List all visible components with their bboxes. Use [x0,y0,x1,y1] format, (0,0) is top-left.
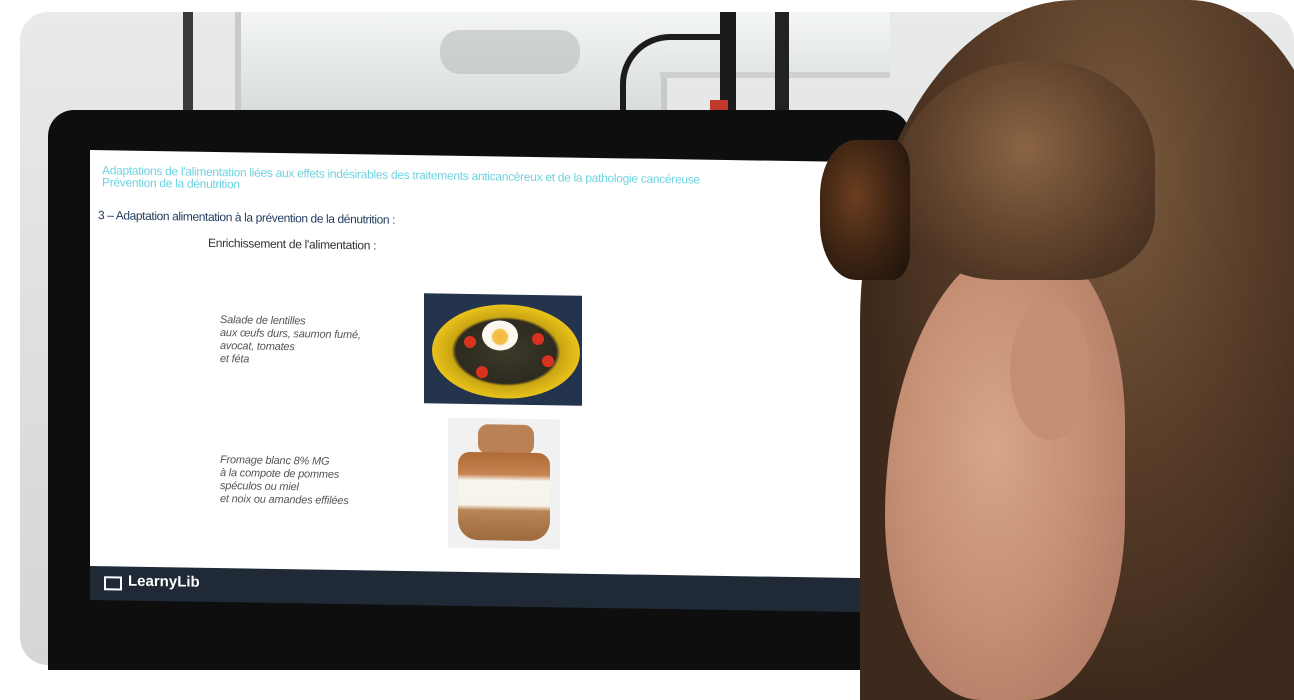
tomato [542,355,554,368]
tomato [476,366,488,379]
slide-subheading: Enrichissement de l'alimentation : [208,235,377,253]
person-ear [1010,300,1090,440]
tomato [464,335,476,349]
dessert-glass-back [478,424,534,455]
dessert-image [448,417,560,550]
egg [482,320,518,351]
background-red-light [710,100,728,110]
salad-image [424,293,582,406]
learnylib-logo-icon [104,576,122,591]
salad-caption: Salade de lentilles aux œufs durs, saumo… [220,314,361,368]
background-blur [440,30,580,74]
slide-heading: 3 – Adaptation alimentation à la prévent… [98,208,396,227]
brand-name: LearnyLib [128,572,200,591]
monitor-screen: Adaptations de l'alimentation liées aux … [90,150,864,583]
dessert-caption: Fromage blanc 8% MG à la compote de pomm… [220,454,349,508]
salad-bowl [432,303,580,400]
salad-caption-line: et féta [220,353,250,366]
slide-header: Adaptations de l'alimentation liées aux … [102,163,842,200]
dessert-glass [458,451,550,542]
tomato [532,332,544,346]
person-glasses [820,140,910,280]
dessert-caption-line: et noix ou amandes effilées [220,493,349,508]
